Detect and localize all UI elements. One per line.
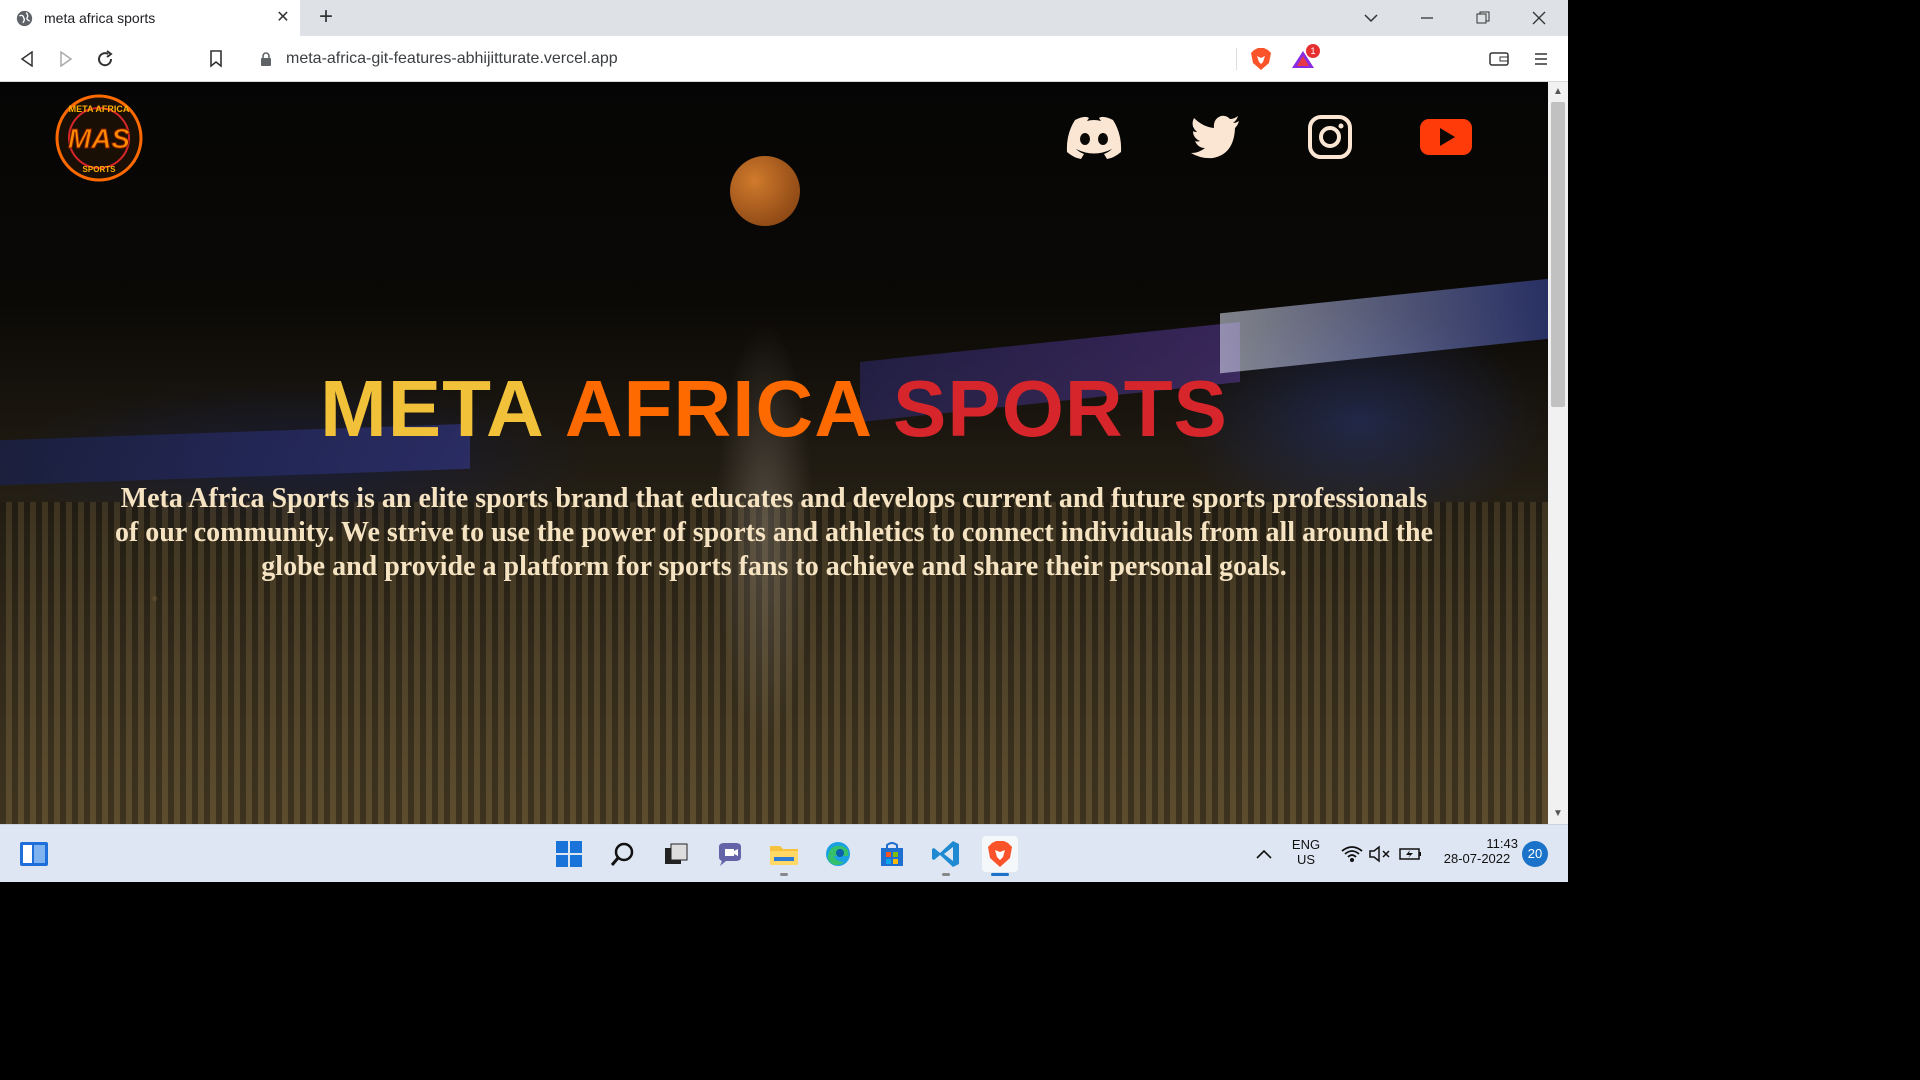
close-window-button[interactable] xyxy=(1519,0,1559,36)
reload-button[interactable] xyxy=(92,46,118,72)
minimize-button[interactable] xyxy=(1407,0,1447,36)
site-logo[interactable]: MAS META AFRICA SPORTS xyxy=(55,94,143,182)
volume-muted-icon xyxy=(1369,845,1390,863)
search-icon xyxy=(610,842,634,866)
restore-button[interactable] xyxy=(1463,0,1503,36)
lock-icon xyxy=(261,52,271,66)
windows-taskbar: ENG US 11:43 28-07-2022 xyxy=(0,824,1568,882)
task-view-icon xyxy=(665,843,688,864)
wallet-icon xyxy=(1489,52,1509,66)
clock[interactable]: 11:43 28-07-2022 xyxy=(1436,836,1518,866)
widgets-icon xyxy=(20,842,48,866)
chevron-down-icon xyxy=(1364,14,1378,23)
start-button[interactable] xyxy=(551,836,587,872)
folder-icon xyxy=(770,846,798,865)
youtube-link[interactable] xyxy=(1416,112,1476,162)
hero-title: META AFRICA SPORTS xyxy=(0,364,1548,454)
brave-rewards-button[interactable]: 1 xyxy=(1290,44,1320,72)
brave-taskbar-button[interactable] xyxy=(982,836,1018,876)
tab-search-button[interactable] xyxy=(1351,0,1391,36)
bookmark-icon xyxy=(210,50,222,68)
back-arrow-icon xyxy=(20,51,33,67)
file-explorer-button[interactable] xyxy=(766,836,802,876)
discord-icon xyxy=(1066,116,1122,159)
chat-button[interactable] xyxy=(712,836,748,872)
wifi-icon xyxy=(1341,846,1363,862)
search-button[interactable] xyxy=(605,836,641,872)
chevron-up-icon xyxy=(1256,849,1272,859)
page-scrollbar[interactable]: ▲ ▼ xyxy=(1548,82,1568,824)
edge-icon xyxy=(826,842,850,866)
forward-button[interactable] xyxy=(53,46,79,72)
hero-word-meta: META xyxy=(320,364,545,453)
globe-icon xyxy=(16,10,33,27)
hero-word-africa: AFRICA xyxy=(564,364,873,453)
twitter-link[interactable] xyxy=(1186,112,1246,162)
youtube-icon xyxy=(1420,119,1472,155)
windows-logo-icon xyxy=(556,841,582,867)
logo-ring-bottom: SPORTS xyxy=(83,165,117,174)
clock-date: 28-07-2022 xyxy=(1443,851,1511,866)
active-indicator xyxy=(991,873,1009,876)
language-code: ENG xyxy=(1291,837,1321,852)
bookmark-button[interactable] xyxy=(203,46,229,72)
back-button[interactable] xyxy=(14,46,40,72)
wallet-button[interactable] xyxy=(1486,46,1512,72)
running-indicator xyxy=(942,873,950,876)
battery-charging-icon xyxy=(1399,848,1421,860)
widgets-button[interactable] xyxy=(16,836,52,872)
scroll-down-icon[interactable]: ▼ xyxy=(1553,808,1563,819)
language-indicator[interactable]: ENG US xyxy=(1284,837,1328,867)
rewards-badge: 1 xyxy=(1306,44,1320,58)
teams-chat-icon xyxy=(719,843,741,866)
store-icon xyxy=(881,842,903,866)
logo-text: MAS xyxy=(68,123,131,154)
browser-toolbar: meta-africa-git-features-abhijitturate.v… xyxy=(0,36,1568,82)
hamburger-menu-icon xyxy=(1535,53,1547,65)
hero-description: Meta Africa Sports is an elite sports br… xyxy=(114,483,1434,582)
url-divider xyxy=(1236,48,1237,70)
brave-lion-icon xyxy=(1251,48,1271,70)
vscode-button[interactable] xyxy=(928,836,964,876)
restore-icon xyxy=(1476,11,1490,24)
discord-link[interactable] xyxy=(1064,112,1124,162)
address-bar[interactable]: meta-africa-git-features-abhijitturate.v… xyxy=(246,42,1326,76)
clock-time: 11:43 xyxy=(1486,836,1518,851)
minimize-icon xyxy=(1421,17,1433,19)
brave-shields-button[interactable] xyxy=(1248,46,1274,72)
close-icon xyxy=(1532,11,1546,25)
twitter-icon xyxy=(1191,115,1239,159)
scroll-thumb[interactable] xyxy=(1551,102,1565,407)
task-view-button[interactable] xyxy=(658,836,694,872)
close-tab-icon[interactable]: ✕ xyxy=(274,9,292,27)
browser-tab[interactable]: meta africa sports ✕ xyxy=(0,0,300,36)
store-button[interactable] xyxy=(874,836,910,872)
edge-button[interactable] xyxy=(820,836,856,872)
menu-button[interactable] xyxy=(1528,46,1554,72)
notification-badge[interactable]: 20 xyxy=(1522,841,1548,867)
instagram-link[interactable] xyxy=(1300,112,1360,162)
page-viewport: MAS META AFRICA SPORTS META AFRICA SPORTS … xyxy=(0,82,1548,824)
tab-strip: meta africa sports ✕ + xyxy=(0,0,1568,36)
new-tab-button[interactable]: + xyxy=(314,5,338,30)
battery-button[interactable] xyxy=(1393,836,1429,872)
brave-lion-icon xyxy=(988,841,1012,867)
url-text: meta-africa-git-features-abhijitturate.v… xyxy=(286,50,618,67)
reload-icon xyxy=(98,50,113,67)
arena-banner xyxy=(1220,278,1548,374)
basketball-image xyxy=(730,156,800,226)
scroll-up-icon[interactable]: ▲ xyxy=(1553,86,1563,97)
tab-title: meta africa sports xyxy=(44,10,156,26)
forward-arrow-icon xyxy=(60,51,73,67)
show-hidden-icons-button[interactable] xyxy=(1246,836,1282,872)
running-indicator xyxy=(780,873,788,876)
logo-ring-top: META AFRICA xyxy=(69,104,130,114)
region-code: US xyxy=(1296,852,1316,867)
hero-word-sports: SPORTS xyxy=(892,364,1228,453)
vscode-icon xyxy=(932,841,959,867)
instagram-icon xyxy=(1308,115,1352,159)
